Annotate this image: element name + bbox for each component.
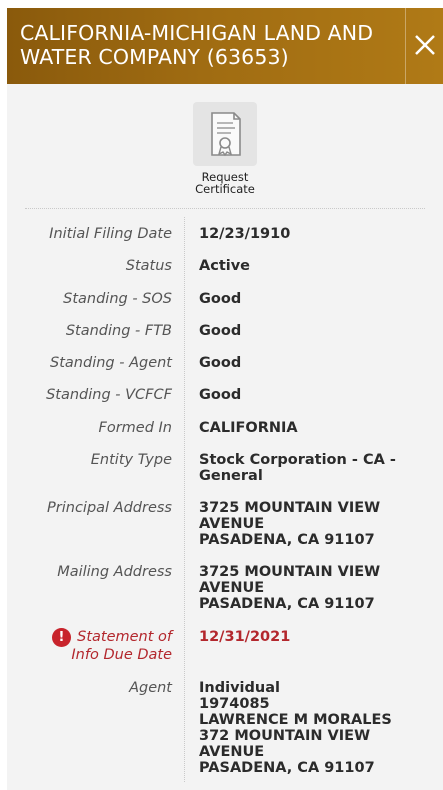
row-label-line: Info Due Date bbox=[71, 647, 172, 663]
row-value: Active bbox=[199, 258, 251, 274]
entity-detail-panel: CALIFORNIA-MICHIGAN LAND AND WATER COMPA… bbox=[7, 8, 443, 790]
row-value: 12/31/2021 bbox=[199, 629, 291, 645]
close-button[interactable] bbox=[405, 8, 443, 84]
row-value-line: 372 MOUNTAIN VIEW bbox=[199, 728, 371, 744]
row-label-line: Statement of bbox=[77, 629, 172, 645]
divider bbox=[25, 208, 425, 209]
panel-header: CALIFORNIA-MICHIGAN LAND AND WATER COMPA… bbox=[7, 8, 443, 84]
row-value-line: LAWRENCE M MORALES bbox=[199, 712, 392, 728]
row-label: Mailing Address bbox=[57, 564, 172, 580]
row-value-line: 1974085 bbox=[199, 696, 270, 712]
row-label: Standing - Agent bbox=[50, 355, 172, 371]
certificate-icon bbox=[211, 112, 241, 157]
row-value-line: Stock Corporation - CA - bbox=[199, 452, 396, 468]
row-label: Formed In bbox=[98, 420, 173, 436]
row-value: CALIFORNIA bbox=[199, 420, 298, 436]
row-value-line: 3725 MOUNTAIN VIEW bbox=[199, 564, 381, 580]
row-value-line: PASADENA, CA 91107 bbox=[199, 532, 375, 548]
close-icon bbox=[415, 35, 435, 55]
row-value-line: AVENUE bbox=[199, 744, 265, 760]
row-label: Agent bbox=[129, 680, 172, 696]
row-label: Entity Type bbox=[90, 452, 172, 468]
request-certificate-button[interactable] bbox=[193, 102, 257, 166]
row-label: Standing - FTB bbox=[65, 323, 172, 339]
row-value-line: 3725 MOUNTAIN VIEW bbox=[199, 500, 381, 516]
row-label: Standing - SOS bbox=[63, 291, 172, 307]
row-value: 12/23/1910 bbox=[199, 226, 291, 242]
row-label: Standing - VCFCF bbox=[46, 387, 172, 403]
row-value: Good bbox=[199, 323, 242, 339]
row-value: Good bbox=[199, 355, 242, 371]
row-value: Good bbox=[199, 291, 242, 307]
column-divider bbox=[184, 217, 185, 782]
row-value-line: General bbox=[199, 468, 263, 484]
entity-title: CALIFORNIA-MICHIGAN LAND AND WATER COMPA… bbox=[20, 21, 374, 69]
row-value: Good bbox=[199, 387, 242, 403]
row-value-line: Individual bbox=[199, 680, 280, 696]
row-label: Principal Address bbox=[47, 500, 172, 516]
exclamation-icon: ! bbox=[52, 628, 71, 647]
row-value-line: AVENUE bbox=[199, 580, 265, 596]
request-certificate-label: Request Certificate bbox=[195, 170, 255, 196]
row-value-line: PASADENA, CA 91107 bbox=[199, 760, 375, 776]
row-value-line: AVENUE bbox=[199, 516, 265, 532]
row-value-line: PASADENA, CA 91107 bbox=[199, 596, 375, 612]
row-label: Status bbox=[125, 258, 172, 274]
row-label: Initial Filing Date bbox=[49, 226, 172, 242]
